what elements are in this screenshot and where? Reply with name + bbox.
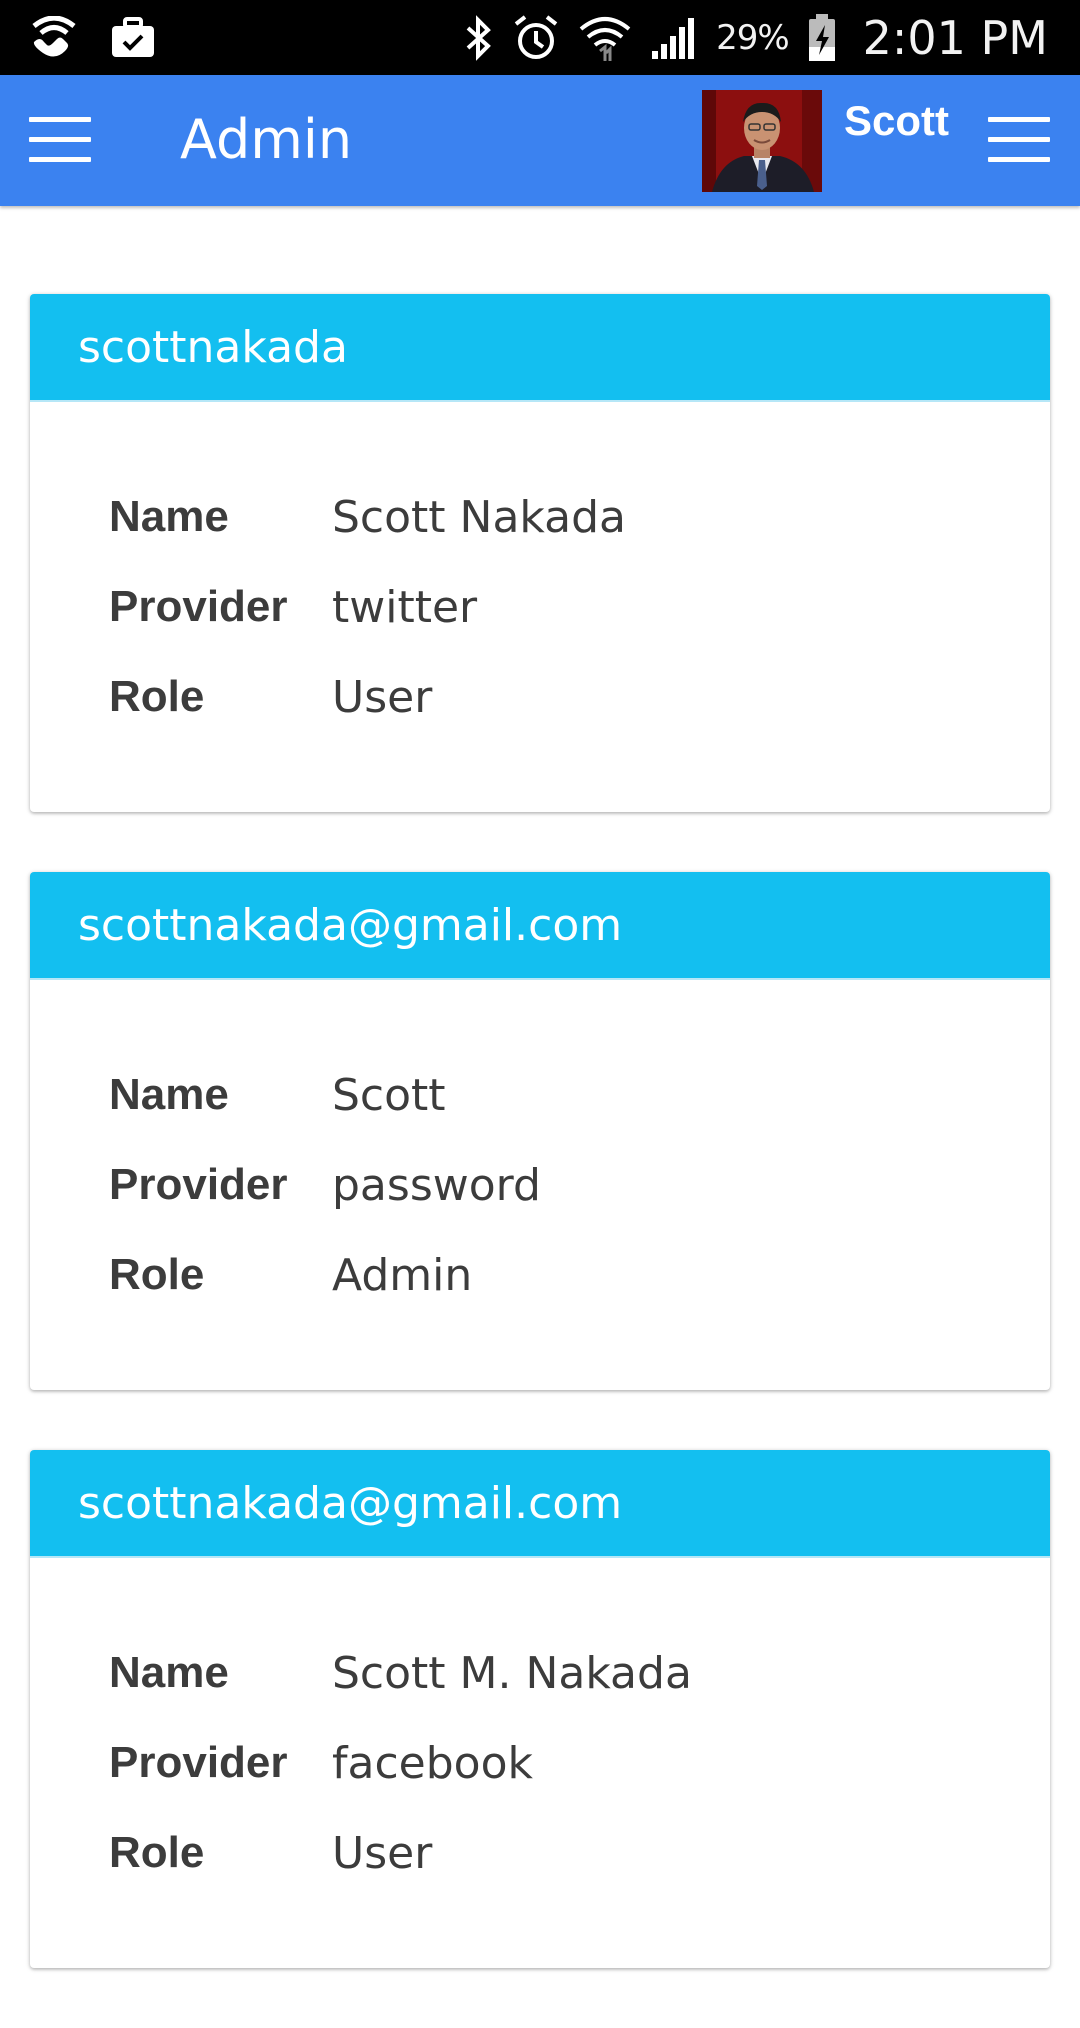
field-label: Name xyxy=(109,1648,229,1697)
field-row-role: Role User xyxy=(109,652,1050,742)
user-card-body: Name Scott Provider password Role Admin xyxy=(30,980,1050,1390)
user-card: scottnakada@gmail.com Name Scott Provide… xyxy=(30,872,1050,1390)
field-row-provider: Provider password xyxy=(109,1140,1050,1230)
wifi-icon xyxy=(578,13,632,63)
field-row-provider: Provider facebook xyxy=(109,1718,1050,1808)
field-value: User xyxy=(332,1827,433,1879)
field-label: Name xyxy=(109,1070,229,1119)
battery-percent: 29% xyxy=(716,17,790,58)
clock: 2:01 PM xyxy=(862,10,1048,65)
status-bar: 29% 2:01 PM xyxy=(0,0,1080,75)
user-card: scottnakada Name Scott Nakada Provider t… xyxy=(30,294,1050,812)
bluetooth-icon xyxy=(464,14,494,61)
field-label: Role xyxy=(109,672,205,721)
field-value: Scott Nakada xyxy=(332,491,626,543)
overflow-menu-icon[interactable] xyxy=(988,115,1052,165)
field-row-provider: Provider twitter xyxy=(109,562,1050,652)
user-card-header: scottnakada@gmail.com xyxy=(30,1450,1050,1558)
battery-charging-icon xyxy=(807,13,837,63)
page-title: Admin xyxy=(180,108,353,171)
field-value: twitter xyxy=(332,581,478,633)
field-value: facebook xyxy=(332,1737,533,1789)
field-label: Role xyxy=(109,1828,205,1877)
user-card-list: scottnakada Name Scott Nakada Provider t… xyxy=(30,294,1050,2028)
user-card-body: Name Scott M. Nakada Provider facebook R… xyxy=(30,1558,1050,1968)
user-card-header: scottnakada@gmail.com xyxy=(30,872,1050,980)
menu-icon[interactable] xyxy=(29,115,93,165)
signal-icon xyxy=(650,15,698,61)
app-bar: Admin Scott xyxy=(0,75,1080,206)
field-value: Admin xyxy=(332,1249,473,1301)
field-row-name: Name Scott Nakada xyxy=(109,472,1050,562)
field-label: Provider xyxy=(109,1738,288,1787)
field-label: Provider xyxy=(109,582,288,631)
field-row-role: Role User xyxy=(109,1808,1050,1898)
avatar[interactable] xyxy=(702,90,822,192)
work-briefcase-icon xyxy=(110,16,156,59)
field-label: Provider xyxy=(109,1160,288,1209)
field-row-name: Name Scott xyxy=(109,1050,1050,1140)
field-label: Role xyxy=(109,1250,205,1299)
user-card-header: scottnakada xyxy=(30,294,1050,402)
field-row-role: Role Admin xyxy=(109,1230,1050,1320)
field-row-name: Name Scott M. Nakada xyxy=(109,1628,1050,1718)
field-value: User xyxy=(332,671,433,723)
field-value: Scott M. Nakada xyxy=(332,1647,692,1699)
field-value: Scott xyxy=(332,1069,446,1121)
wifi-calling-icon xyxy=(28,15,80,60)
field-value: password xyxy=(332,1159,541,1211)
user-card: scottnakada@gmail.com Name Scott M. Naka… xyxy=(30,1450,1050,1968)
user-card-body: Name Scott Nakada Provider twitter Role … xyxy=(30,402,1050,812)
user-name[interactable]: Scott xyxy=(844,89,949,153)
field-label: Name xyxy=(109,492,229,541)
alarm-icon xyxy=(512,14,560,62)
